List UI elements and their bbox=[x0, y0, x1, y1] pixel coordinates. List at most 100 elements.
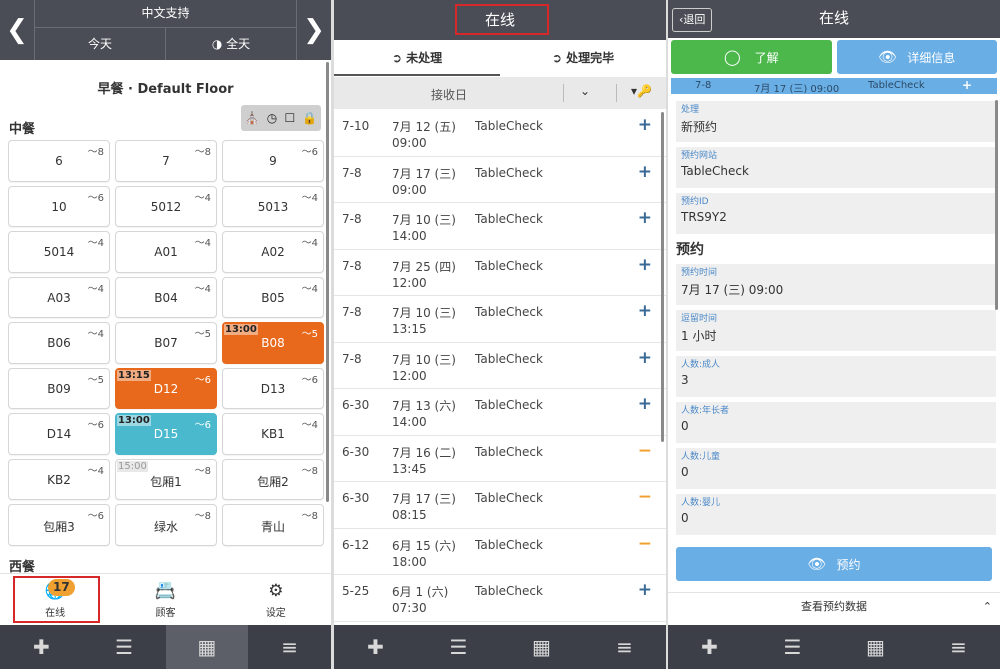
table-cell[interactable]: ～4 5014 bbox=[8, 231, 110, 273]
menu-icon[interactable]: ≡ bbox=[248, 625, 331, 669]
scrollbar[interactable] bbox=[995, 100, 998, 310]
plus-icon[interactable]: ✚ bbox=[668, 625, 751, 669]
minus-icon[interactable]: − bbox=[638, 534, 652, 554]
list-item[interactable]: 7-8 7月 17 (三) 09:00 TableCheck + bbox=[334, 157, 666, 203]
list-item[interactable]: 7-8 7月 10 (三) 12:00 TableCheck + bbox=[334, 343, 666, 389]
minus-icon[interactable]: − bbox=[638, 441, 652, 461]
plus-icon[interactable]: + bbox=[638, 580, 652, 600]
plus-icon[interactable]: + bbox=[638, 394, 652, 414]
table-cell[interactable]: ～8 绿水 bbox=[115, 504, 217, 546]
table-cell[interactable]: ～4 A02 bbox=[222, 231, 324, 273]
table-cell[interactable]: ～5 B09 bbox=[8, 367, 110, 409]
grid-icon[interactable]: ▦ bbox=[165, 625, 249, 669]
table-cell[interactable]: ～6 D14 bbox=[8, 413, 110, 455]
table-cell[interactable]: ～4 KB1 bbox=[222, 413, 324, 455]
detail-field: 预约ID TRS9Y2 bbox=[676, 193, 996, 234]
field-label: 人数:年长者 bbox=[681, 406, 730, 416]
list-item[interactable]: 7-8 7月 10 (三) 14:00 TableCheck + bbox=[334, 203, 666, 250]
back-button[interactable]: ‹退回 bbox=[672, 8, 713, 32]
table-icon[interactable]: ⛪ bbox=[245, 111, 260, 125]
list-item[interactable]: 7-10 7月 12 (五) 09:00 TableCheck + bbox=[334, 110, 666, 157]
table-time: 13:15 bbox=[117, 369, 151, 381]
plus-icon[interactable]: + bbox=[638, 115, 652, 135]
plus-icon[interactable]: ✚ bbox=[0, 625, 83, 669]
table-cell[interactable]: ～4 B05 bbox=[222, 276, 324, 318]
plus-icon[interactable]: ✚ bbox=[334, 625, 417, 669]
double-chevron-up-icon[interactable]: ⌃ bbox=[983, 593, 992, 621]
all-day-button[interactable]: ◑ 全天 bbox=[165, 28, 296, 60]
plus-icon[interactable]: + bbox=[638, 208, 652, 228]
table-cell[interactable]: ～5 B07 bbox=[115, 322, 217, 364]
table-cell[interactable]: ～4 5012 bbox=[115, 185, 217, 227]
list-item[interactable]: 7-8 7月 10 (三) 13:15 TableCheck + bbox=[334, 296, 666, 343]
table-cell[interactable]: 13:15 ～6 D12 bbox=[115, 367, 217, 409]
table-cell[interactable]: ～8 包厢2 bbox=[222, 458, 324, 500]
table-cell[interactable]: ～6 9 bbox=[222, 140, 324, 182]
table-cell[interactable]: ～4 A01 bbox=[115, 231, 217, 273]
grid-icon[interactable]: ▦ bbox=[834, 625, 917, 669]
list-item[interactable]: 6-30 7月 16 (二) 13:45 TableCheck − bbox=[334, 436, 666, 482]
table-name: 青山 bbox=[260, 520, 285, 534]
received-date: 6-30 bbox=[342, 491, 370, 505]
section-title-reservation: 预约 bbox=[676, 242, 704, 258]
list-icon[interactable]: ☰ bbox=[83, 625, 166, 669]
tab-pending[interactable]: ➲ 未处理 bbox=[334, 40, 500, 76]
details-button[interactable]: 👁 详细信息 bbox=[836, 40, 997, 74]
lock-icon[interactable]: 🔒 bbox=[302, 111, 317, 125]
table-cell[interactable]: ～4 B06 bbox=[8, 322, 110, 364]
table-cell[interactable]: ～4 B04 bbox=[115, 276, 217, 318]
clock-icon[interactable]: ◷ bbox=[267, 111, 277, 125]
table-cell[interactable]: ～8 7 bbox=[115, 140, 217, 182]
list-item[interactable]: 6-12 6月 15 (六) 18:00 TableCheck − bbox=[334, 529, 666, 575]
menu-icon[interactable]: ≡ bbox=[583, 625, 666, 669]
reservation-datetime: 7月 10 (三) 14:00 bbox=[392, 212, 456, 244]
table-cell[interactable]: 15:00 ～8 包厢1 bbox=[115, 458, 217, 500]
menu-icon[interactable]: ≡ bbox=[917, 625, 1000, 669]
plus-icon[interactable]: + bbox=[638, 301, 652, 321]
floor-panel: ❮ 中文支持 今天 ◑ 全天 ❯ 早餐 · Default Floor 中餐 ⛪… bbox=[0, 0, 331, 669]
list-item[interactable]: 5-25 6月 1 (六) 07:30 TableCheck + bbox=[334, 575, 666, 622]
list-item[interactable]: 7-8 7月 25 (四) 12:00 TableCheck + bbox=[334, 250, 666, 296]
language-toggle[interactable]: 中文支持 bbox=[35, 0, 296, 28]
table-cell[interactable]: ～4 KB2 bbox=[8, 458, 110, 500]
table-cell[interactable]: ～6 10 bbox=[8, 185, 110, 227]
plus-icon[interactable]: + bbox=[638, 348, 652, 368]
table-cell[interactable]: ～8 6 bbox=[8, 140, 110, 182]
scrollbar[interactable] bbox=[661, 112, 664, 442]
list-icon[interactable]: ☰ bbox=[751, 625, 834, 669]
table-cell[interactable]: ～6 包厢3 bbox=[8, 504, 110, 546]
reserve-button[interactable]: 👁 预约 bbox=[676, 547, 992, 581]
chevron-right-icon[interactable]: ❯ bbox=[297, 0, 331, 60]
tab-done[interactable]: ➲ 处理完毕 bbox=[500, 40, 666, 76]
list-icon[interactable]: ☰ bbox=[417, 625, 500, 669]
view-reservation-data[interactable]: 查看预约数据 ⌃ bbox=[668, 592, 1000, 622]
field-value: 3 bbox=[681, 373, 689, 387]
floor-header: ❮ 中文支持 今天 ◑ 全天 ❯ bbox=[0, 0, 331, 60]
sort-key-icon[interactable]: ▾🔑 bbox=[631, 84, 652, 98]
list-item[interactable]: 6-30 7月 17 (三) 08:15 TableCheck − bbox=[334, 482, 666, 529]
table-name: D14 bbox=[46, 427, 72, 441]
acknowledge-button[interactable]: ◯ 了解 bbox=[671, 40, 832, 74]
tab-customers[interactable]: 📇 顾客 bbox=[110, 574, 220, 625]
scrollbar[interactable] bbox=[326, 62, 329, 502]
table-cell[interactable]: 13:00 ～5 B08 bbox=[222, 322, 324, 364]
chevron-down-icon[interactable]: ⌄ bbox=[580, 84, 590, 98]
checkbox-icon[interactable]: ☐ bbox=[284, 111, 295, 125]
received-date-header[interactable]: 接收日 bbox=[431, 86, 467, 103]
back-label: 退回 bbox=[683, 13, 706, 26]
list-item[interactable]: 6-30 7月 13 (六) 14:00 TableCheck + bbox=[334, 389, 666, 436]
table-cell[interactable]: ～4 5013 bbox=[222, 185, 324, 227]
grid-icon[interactable]: ▦ bbox=[500, 625, 583, 669]
tab-settings[interactable]: ⚙ 设定 bbox=[221, 574, 331, 625]
table-cell[interactable]: ～8 青山 bbox=[222, 504, 324, 546]
minus-icon[interactable]: − bbox=[638, 487, 652, 507]
today-button[interactable]: 今天 bbox=[35, 28, 165, 60]
plus-icon[interactable]: + bbox=[638, 255, 652, 275]
table-cell[interactable]: ～6 D13 bbox=[222, 367, 324, 409]
table-cell[interactable]: ～4 A03 bbox=[8, 276, 110, 318]
plus-icon[interactable]: + bbox=[962, 78, 972, 92]
table-cell[interactable]: 13:00 ～6 D15 bbox=[115, 413, 217, 455]
chevron-left-icon[interactable]: ❮ bbox=[0, 0, 34, 60]
section-title-lunch: 中餐 bbox=[9, 122, 36, 137]
plus-icon[interactable]: + bbox=[638, 162, 652, 182]
